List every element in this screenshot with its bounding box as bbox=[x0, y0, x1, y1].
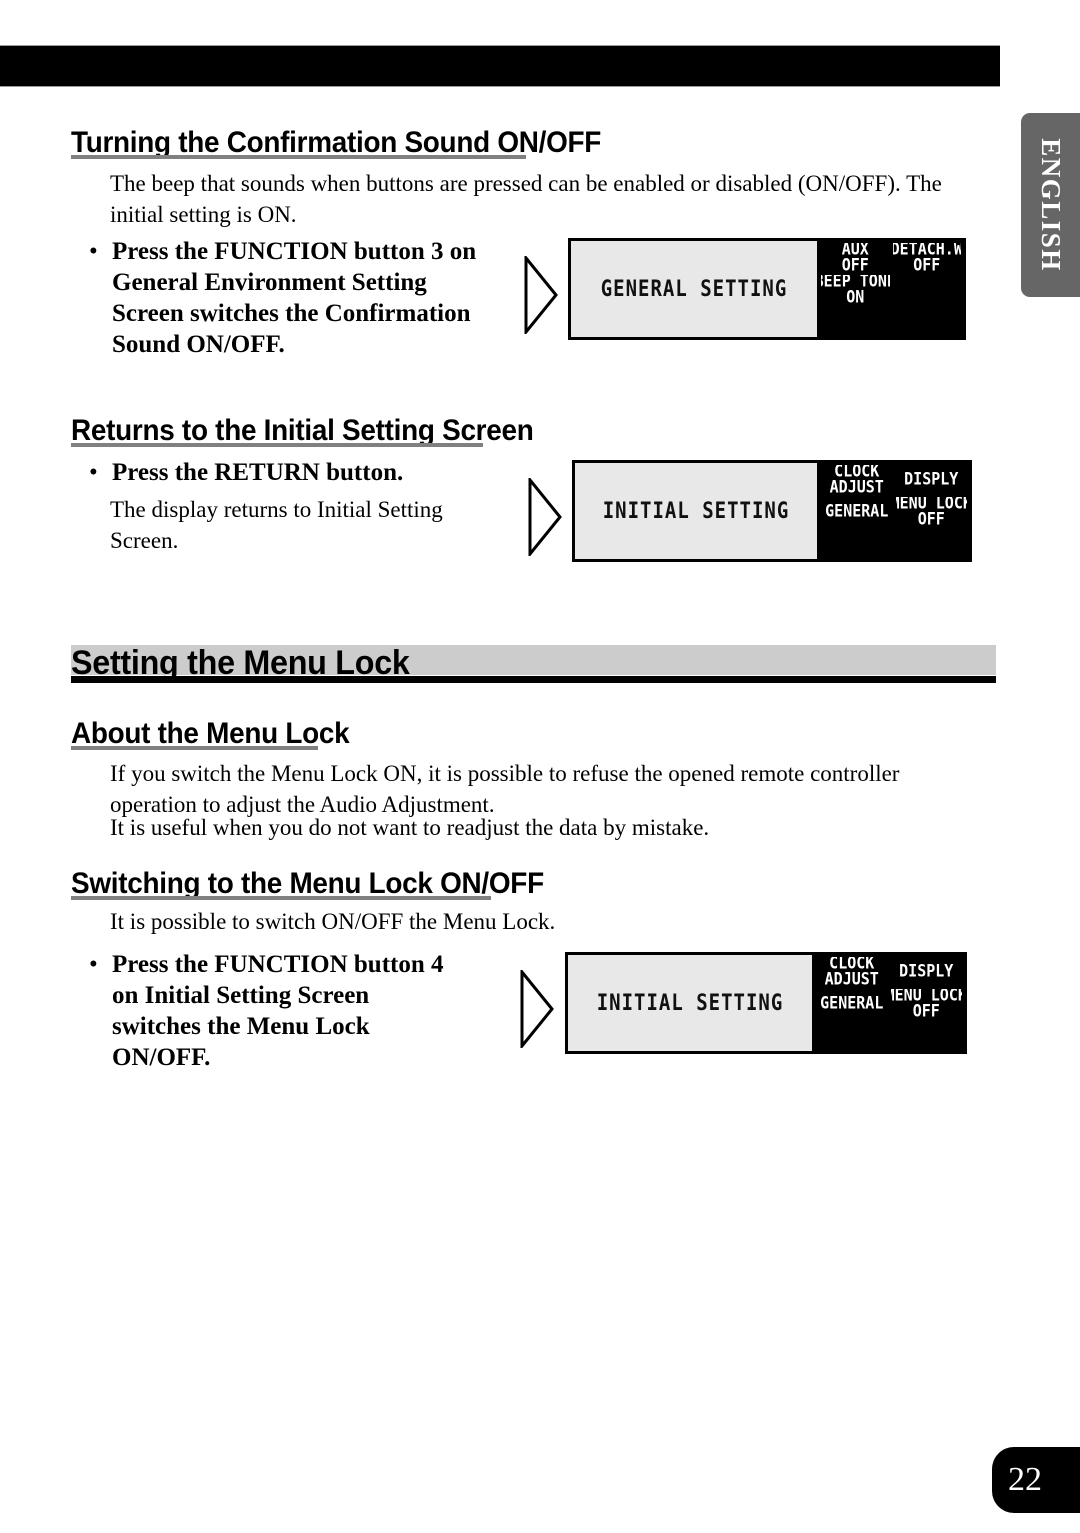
flow-arrow-1 bbox=[524, 256, 558, 334]
lcd-cell[interactable] bbox=[892, 274, 961, 304]
lcd-cell[interactable] bbox=[816, 1020, 888, 1049]
lcd-cell[interactable]: DISPLY bbox=[890, 957, 962, 986]
lcd-cell[interactable]: MENU LOCKOFF bbox=[895, 496, 967, 526]
instruction-return-button: Press the RETURN button. bbox=[112, 459, 404, 486]
lcd-cell[interactable]: GENERAL bbox=[821, 496, 893, 526]
lcd-title-1: GENERAL SETTING bbox=[600, 276, 788, 302]
bullet-dot-2: • bbox=[89, 459, 98, 486]
lcd-cell[interactable]: CLOCK ADJUST bbox=[816, 957, 888, 986]
lcd-main-area-3: INITIAL SETTING bbox=[568, 955, 812, 1051]
lcd-cell[interactable]: AUX OFF bbox=[821, 243, 890, 272]
lcd-cell[interactable]: BEEP TONEON bbox=[821, 274, 890, 304]
language-side-tab: ENGLISH bbox=[1021, 113, 1080, 297]
lcd-cell[interactable]: GENERAL bbox=[816, 988, 888, 1018]
lcd-cell[interactable]: DETACH.W OFF bbox=[892, 243, 961, 272]
page-content: Turning the Confirmation Sound ON/OFF Th… bbox=[0, 0, 1000, 1533]
lcd-title-3: INITIAL SETTING bbox=[596, 990, 784, 1016]
bullet-dot-1: • bbox=[89, 238, 98, 265]
page-number-badge: 22 bbox=[992, 1447, 1080, 1513]
heading-rule-3 bbox=[71, 746, 318, 750]
major-heading-rule bbox=[71, 676, 996, 683]
heading-rule-4 bbox=[71, 896, 491, 900]
lcd-cell[interactable] bbox=[821, 528, 893, 557]
body-about-menu-lock-line2: It is useful when you do not want to rea… bbox=[110, 815, 710, 840]
lcd-cell[interactable] bbox=[892, 306, 961, 335]
flow-arrow-3 bbox=[520, 970, 554, 1048]
heading-rule-1 bbox=[71, 155, 526, 159]
lcd-cell[interactable] bbox=[895, 528, 967, 557]
lcd-cell[interactable]: MENU LOCKOFF bbox=[890, 988, 962, 1018]
instruction-function-button-4: Press the FUNCTION button 4 on Initial S… bbox=[112, 951, 444, 1071]
lcd-main-area-1: GENERAL SETTING bbox=[571, 241, 817, 337]
flow-arrow-2 bbox=[528, 478, 562, 556]
lcd-initial-setting-2: INITIAL SETTING CLOCK ADJUST DISPLY GENER… bbox=[565, 952, 967, 1054]
lcd-title-2: INITIAL SETTING bbox=[602, 498, 790, 524]
lcd-cell[interactable]: CLOCK ADJUST bbox=[821, 465, 893, 494]
body-returns-initial-setting: The display returns to Initial Setting S… bbox=[110, 497, 443, 553]
instruction-function-button-3: Press the FUNCTION button 3 on General E… bbox=[112, 238, 477, 358]
lcd-grid-2: CLOCKADJUST DISPLY GENERAL MENU LOCKOFF bbox=[817, 463, 969, 559]
heading-rule-2 bbox=[71, 443, 483, 447]
lcd-cell[interactable] bbox=[821, 306, 890, 335]
lcd-general-setting: GENERAL SETTING AUXOFF DETACH.WOFF BEEP … bbox=[568, 238, 966, 340]
lcd-grid-1: AUXOFF DETACH.WOFF BEEP TONEON bbox=[817, 241, 963, 337]
bullet-dot-3: • bbox=[89, 951, 98, 978]
body-switching-menu-lock: It is possible to switch ON/OFF the Menu… bbox=[110, 909, 556, 934]
body-about-menu-lock-line1: If you switch the Menu Lock ON, it is po… bbox=[110, 761, 900, 817]
body-turning-confirmation-sound: The beep that sounds when buttons are pr… bbox=[110, 171, 942, 227]
lcd-initial-setting-1: INITIAL SETTING CLOCK ADJUST DISPLY GENER… bbox=[572, 460, 972, 562]
lcd-cell[interactable]: DISPLY bbox=[895, 465, 967, 494]
lcd-cell[interactable] bbox=[890, 1020, 962, 1049]
lcd-main-area-2: INITIAL SETTING bbox=[575, 463, 817, 559]
lcd-grid-3: CLOCKADJUST DISPLY GENERAL MENU LOCKOFF bbox=[812, 955, 964, 1051]
language-side-tab-label: ENGLISH bbox=[1036, 138, 1066, 272]
